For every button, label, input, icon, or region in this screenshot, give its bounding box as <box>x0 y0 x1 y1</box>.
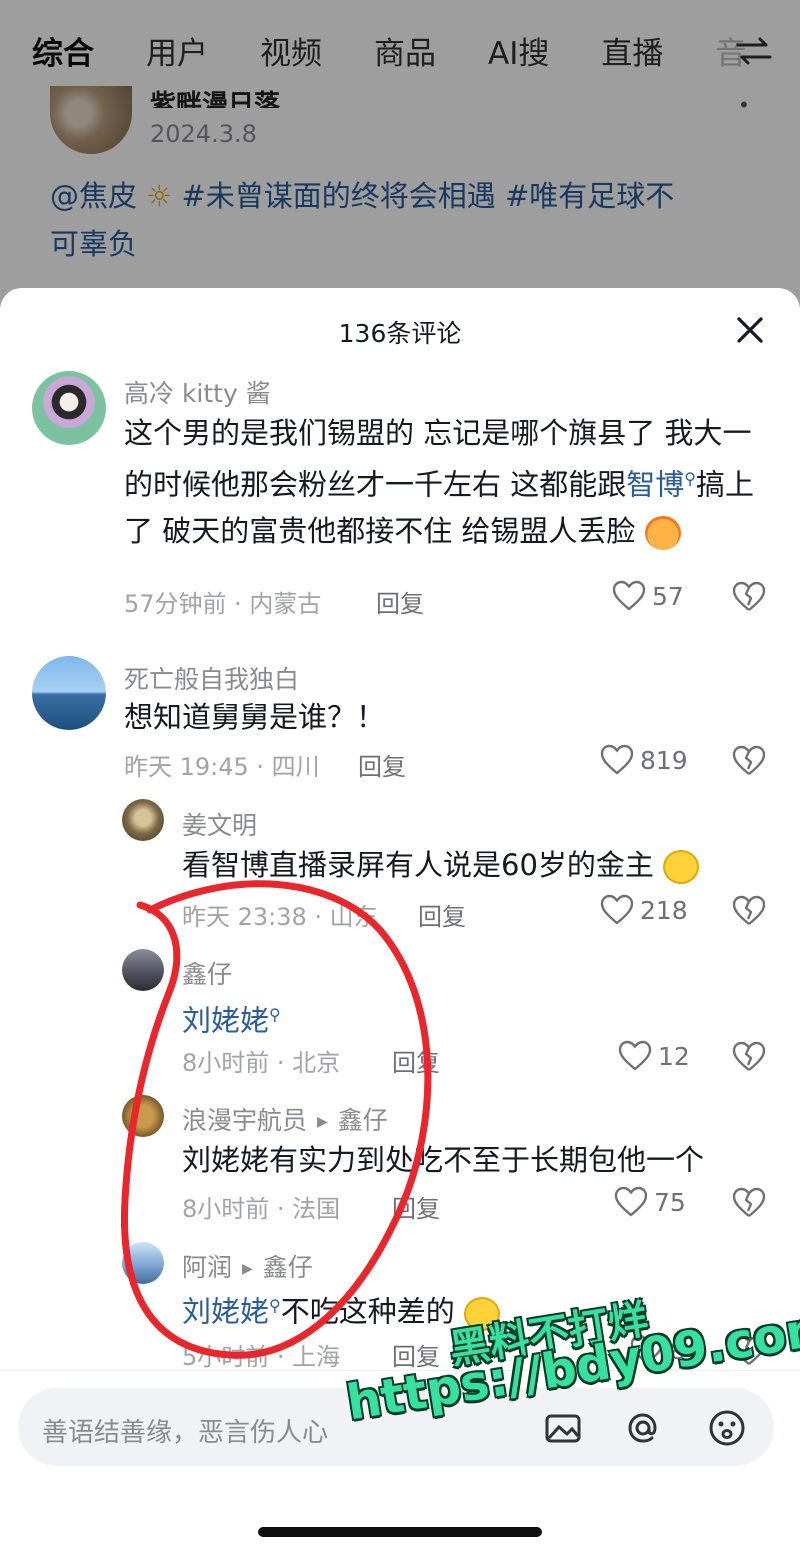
comment-author[interactable]: 死亡般自我独白 <box>124 660 299 696</box>
reply-meta: 8小时前 · 法国 <box>182 1195 341 1223</box>
reply-button[interactable]: 回复 <box>392 1189 440 1224</box>
heart-icon <box>612 580 646 611</box>
heart-icon <box>618 1040 652 1071</box>
search-link[interactable]: 刘姥姥 <box>182 1295 269 1329</box>
search-link[interactable]: 智博 <box>626 468 684 502</box>
comment-text: 这个男的是我们锡盟的 忘记是哪个旗县了 我大一的时候他那会粉丝才一千左右 这都能… <box>124 416 754 550</box>
emoji-icon[interactable] <box>706 1407 748 1449</box>
like-count: 218 <box>640 895 688 925</box>
reply-text: 看智博直播录屏有人说是60岁的金主 <box>182 842 762 888</box>
reply-text: 刘姥姥有实力到处吃不至于长期包他一个 <box>182 1143 705 1177</box>
like-count: 12 <box>658 1041 690 1071</box>
avatar[interactable] <box>32 371 106 445</box>
reply-button[interactable]: 回复 <box>392 1043 440 1078</box>
broken-heart-icon[interactable] <box>732 895 766 927</box>
avatar[interactable] <box>122 1095 164 1137</box>
broken-heart-icon[interactable] <box>732 1041 766 1073</box>
avatar[interactable] <box>122 1242 164 1284</box>
reply-button[interactable]: 回复 <box>376 584 424 619</box>
search-icon: ⚲ <box>684 469 696 488</box>
like-count: 57 <box>652 581 684 611</box>
image-icon[interactable] <box>542 1407 584 1449</box>
comment-meta: 昨天 19:45 · 四川 <box>124 753 320 781</box>
search-link[interactable]: 刘姥姥 <box>182 1004 269 1038</box>
heart-icon <box>600 744 634 775</box>
embarrassed-emoji-icon <box>644 515 681 550</box>
reply-author[interactable]: 浪漫宇航员 ▶ 鑫仔 <box>182 1101 388 1137</box>
close-icon[interactable] <box>730 310 770 350</box>
avatar[interactable] <box>122 949 164 991</box>
dim-overlay[interactable] <box>0 0 800 330</box>
like-button[interactable]: 819 <box>600 744 688 776</box>
like-count: 75 <box>654 1187 686 1217</box>
like-button[interactable]: 57 <box>612 580 684 612</box>
reply-author[interactable]: 鑫仔 <box>182 955 232 991</box>
search-icon: ⚲ <box>269 1296 281 1315</box>
comment-count-title: 136条评论 <box>338 319 462 348</box>
reply-author[interactable]: 姜文明 <box>182 806 257 842</box>
reply-meta: 8小时前 · 北京 <box>182 1049 341 1077</box>
heart-icon <box>614 1186 648 1217</box>
avatar[interactable] <box>32 656 106 730</box>
search-icon: ⚲ <box>269 1005 281 1024</box>
broken-heart-icon[interactable] <box>732 1187 766 1219</box>
broken-heart-icon[interactable] <box>732 581 766 613</box>
reply-text: 刘姥姥⚲ <box>182 992 762 1044</box>
comment-meta: 57分钟前 · 内蒙古 <box>124 590 322 618</box>
like-count: 819 <box>640 745 688 775</box>
avatar[interactable] <box>122 799 164 841</box>
reply-button[interactable]: 回复 <box>358 747 406 782</box>
like-button[interactable]: 12 <box>618 1040 690 1072</box>
reply-arrow-icon: ▶ <box>317 1114 328 1130</box>
like-button[interactable]: 218 <box>600 894 688 926</box>
home-indicator[interactable] <box>258 1527 542 1537</box>
reply-arrow-icon: ▶ <box>242 1261 253 1277</box>
at-icon[interactable] <box>622 1407 664 1449</box>
like-button[interactable]: 75 <box>614 1186 686 1218</box>
comment-author[interactable]: 高冷 kitty 酱 <box>124 374 271 410</box>
flushed-emoji-icon <box>663 850 700 884</box>
heart-icon <box>600 894 634 925</box>
comment-input-placeholder: 善语结善缘，恶言伤人心 <box>42 1418 329 1448</box>
reply-button[interactable]: 回复 <box>418 897 466 932</box>
reply-meta: 5小时前 · 上海 <box>182 1343 341 1371</box>
background-post: 综合 用户 视频 商品 AI搜 直播 音 紫畔漫日落 2024.3.8 • @焦… <box>0 0 800 330</box>
comment-text: 想知道舅舅是谁？！ <box>124 700 386 734</box>
broken-heart-icon[interactable] <box>732 745 766 777</box>
reply-author[interactable]: 阿润 ▶ 鑫仔 <box>182 1248 313 1284</box>
reply-meta: 昨天 23:38 · 山东 <box>182 903 378 931</box>
